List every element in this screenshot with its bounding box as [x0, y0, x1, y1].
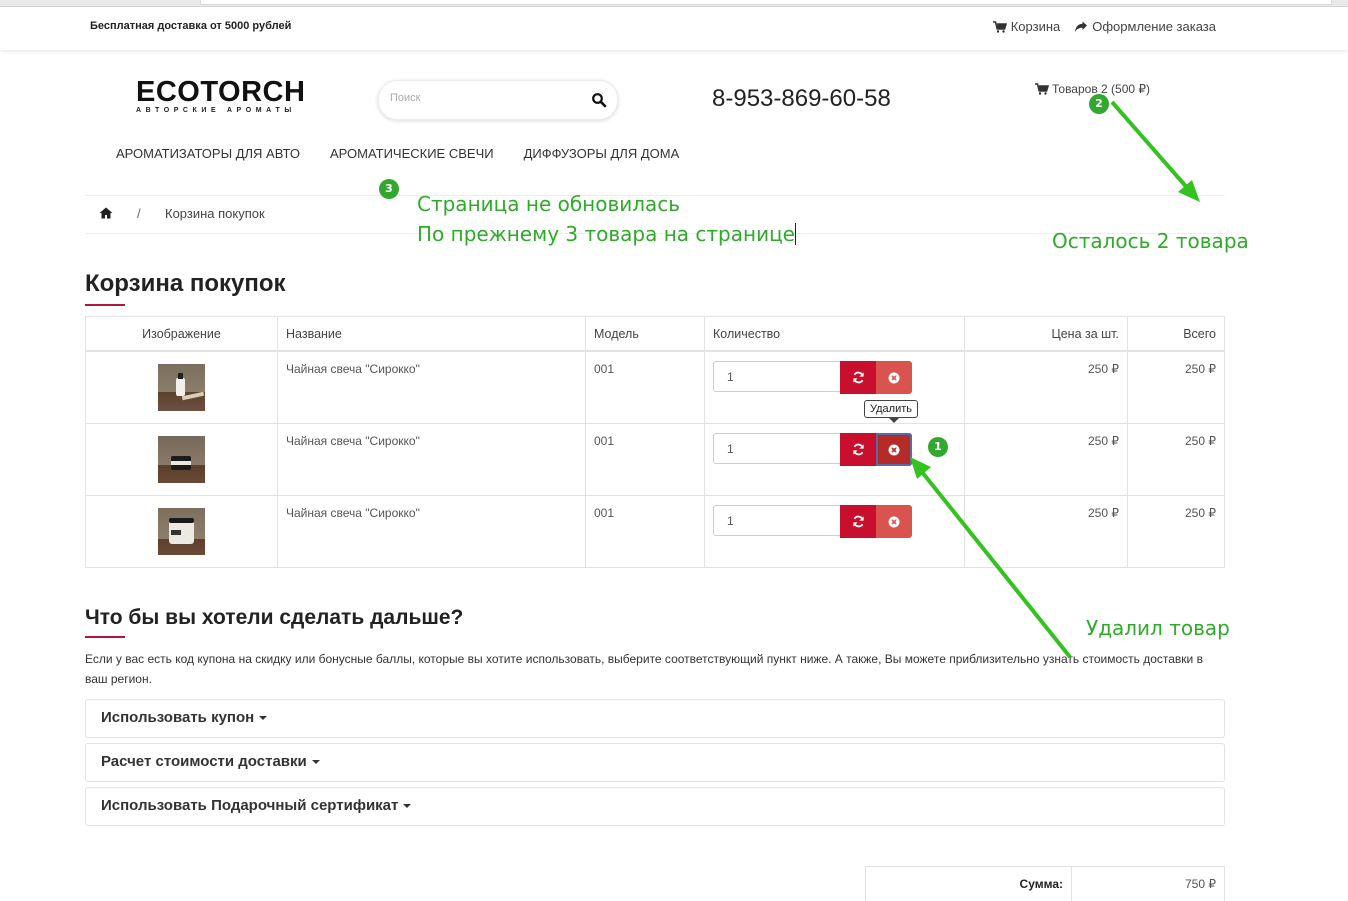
- annotation-deleted: Удалил товар: [1086, 616, 1230, 640]
- arrow-remaining: [1110, 100, 1192, 193]
- annotation-badge-2: 2: [1089, 94, 1109, 114]
- annotation-badge-1: 1: [928, 437, 948, 457]
- arrowhead-deleted: [910, 457, 931, 479]
- annotation-note: Страница не обновилась По прежнему 3 тов…: [417, 189, 796, 249]
- annotation-remaining: Осталось 2 товара: [1052, 229, 1249, 253]
- arrow-deleted: [920, 470, 1072, 659]
- annotation-badge-3: 3: [379, 179, 399, 199]
- annotation-arrows: [910, 100, 1200, 659]
- annotation-note-line1: Страница не обновилась: [417, 192, 681, 216]
- annotation-note-line2: По прежнему 3 товара на странице: [417, 222, 796, 246]
